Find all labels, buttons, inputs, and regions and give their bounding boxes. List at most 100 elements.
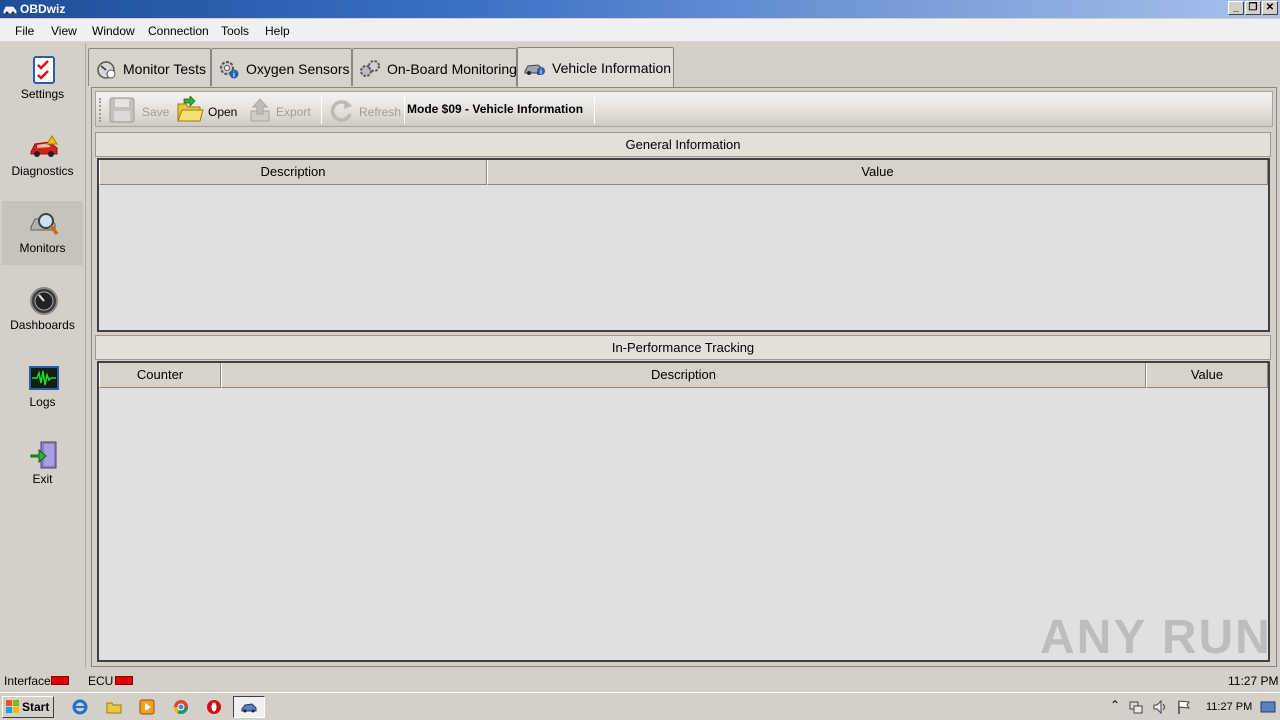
folder-icon [106, 702, 122, 714]
menu-help[interactable]: Help [265, 24, 290, 38]
general-info-header: General Information [95, 132, 1271, 157]
sidebar-item-diagnostics[interactable]: Diagnostics [2, 124, 83, 188]
menu-window[interactable]: Window [92, 24, 135, 38]
column-header-value[interactable]: Value [1146, 363, 1268, 388]
app-car-icon [3, 6, 17, 15]
open-label: Open [208, 105, 238, 119]
open-button[interactable]: Open [172, 95, 240, 125]
minimize-button[interactable]: _ [1228, 1, 1244, 15]
menu-file[interactable]: File [15, 24, 34, 38]
svg-text:i: i [233, 72, 235, 79]
chrome-icon [174, 700, 188, 714]
sidebar-item-settings[interactable]: Settings [2, 47, 83, 111]
media-player-icon [139, 699, 155, 715]
save-button[interactable]: Save [104, 95, 172, 125]
sidebar-item-label: Diagnostics [11, 164, 74, 178]
tab-label: On-Board Monitoring [387, 61, 517, 77]
tray-expand-icon[interactable]: ⌃ [1110, 698, 1126, 714]
taskbar-explorer[interactable] [98, 696, 130, 718]
tab-label: Vehicle Information [552, 60, 672, 76]
mode-title: Mode $09 - Vehicle Information [407, 102, 584, 116]
taskbar-obdwiz[interactable] [233, 696, 265, 718]
export-label: Export [276, 105, 311, 119]
gears-icon [360, 60, 380, 77]
volume-icon[interactable] [1152, 699, 1168, 715]
refresh-label: Refresh [359, 105, 402, 119]
settings-checklist-icon [33, 56, 55, 84]
sidebar-item-label: Logs [29, 395, 56, 409]
tab-vehicle-information[interactable]: i Vehicle Information [517, 47, 674, 87]
gauge-icon [30, 287, 58, 315]
refresh-button[interactable]: Refresh [323, 95, 403, 125]
status-bar: Interface ECU 11:27 PM [0, 670, 1280, 692]
taskbar-media-player[interactable] [131, 696, 163, 718]
close-button[interactable]: ✕ [1262, 1, 1278, 15]
obdwiz-icon [241, 703, 257, 713]
toolbar-separator [594, 96, 595, 124]
action-center-flag-icon[interactable] [1176, 699, 1192, 715]
menu-bar: File View Window Connection Tools Help [0, 19, 1280, 42]
column-header-description[interactable]: Description [221, 363, 1146, 388]
taskbar-opera[interactable] [198, 696, 230, 718]
exit-door-icon [30, 441, 57, 469]
tab-monitor-tests[interactable]: Monitor Tests [88, 48, 211, 86]
start-button[interactable]: Start [2, 696, 54, 718]
waveform-log-icon [29, 366, 59, 390]
tab-label: Monitor Tests [123, 61, 206, 77]
refresh-icon [330, 100, 352, 122]
car-info-icon: i [524, 64, 545, 76]
tab-label: Oxygen Sensors [246, 61, 350, 77]
tab-on-board-monitoring[interactable]: On-Board Monitoring [352, 48, 517, 86]
main-panel: Monitor Tests i Oxygen Sensors On-Board … [88, 43, 1278, 668]
windows-logo-icon [6, 700, 19, 713]
vehicle-info-panel: Save Open Export Refresh Mode $09 - Vehi… [91, 87, 1277, 667]
sidebar-item-logs[interactable]: Logs [2, 355, 83, 419]
menu-view[interactable]: View [51, 24, 77, 38]
column-header-counter[interactable]: Counter [99, 363, 221, 388]
sidebar-item-label: Monitors [19, 241, 66, 255]
window-title: OBDwiz [20, 2, 66, 16]
menu-connection[interactable]: Connection [148, 24, 209, 38]
column-header-description[interactable]: Description [99, 160, 487, 185]
taskbar-clock[interactable]: 11:27 PM [1206, 701, 1252, 713]
sidebar-item-exit[interactable]: Exit [2, 432, 83, 496]
sidebar-item-dashboards[interactable]: Dashboards [2, 278, 83, 342]
show-desktop-icon[interactable] [1260, 699, 1276, 715]
svg-text:i: i [540, 69, 542, 76]
watermark: ANY RUN [1040, 611, 1272, 664]
status-time: 11:27 PM [1228, 674, 1279, 688]
export-button[interactable]: Export [242, 95, 318, 125]
sidebar-item-label: Settings [20, 87, 65, 101]
ie-icon [72, 699, 88, 715]
sidebar-item-label: Exit [32, 472, 53, 486]
general-info-grid[interactable]: Description Value [97, 158, 1270, 332]
toolbar-separator [321, 96, 322, 124]
floppy-disk-icon [109, 97, 135, 123]
ipt-header: In-Performance Tracking [95, 335, 1271, 360]
gear-info-icon: i [220, 61, 239, 79]
opera-icon [207, 700, 221, 714]
ecu-status-led [115, 676, 133, 685]
restore-button[interactable]: ❐ [1245, 1, 1261, 15]
network-icon[interactable] [1128, 699, 1144, 715]
export-icon [250, 98, 270, 122]
taskbar-ie[interactable] [64, 696, 96, 718]
ecu-label: ECU [88, 674, 114, 688]
magnifier-monitor-icon [30, 213, 59, 236]
interface-label: Interface [4, 674, 51, 688]
gauge-check-icon [97, 61, 116, 79]
interface-status-led [51, 676, 69, 685]
column-header-value[interactable]: Value [487, 160, 1268, 185]
sidebar-item-monitors[interactable]: Monitors [2, 201, 83, 265]
taskbar-chrome[interactable] [165, 696, 197, 718]
sidebar-item-label: Dashboards [10, 318, 75, 332]
start-label: Start [22, 700, 50, 714]
title-bar: OBDwiz _ ❐ ✕ [0, 0, 1280, 18]
save-label: Save [142, 105, 170, 119]
toolbar-separator [404, 96, 405, 124]
car-diagnostics-icon [30, 135, 58, 157]
tab-oxygen-sensors[interactable]: i Oxygen Sensors [211, 48, 352, 86]
menu-tools[interactable]: Tools [221, 24, 249, 38]
toolbar-grip[interactable] [99, 98, 102, 122]
sidebar: Settings Diagnostics Monitors Dashboards [0, 43, 86, 668]
